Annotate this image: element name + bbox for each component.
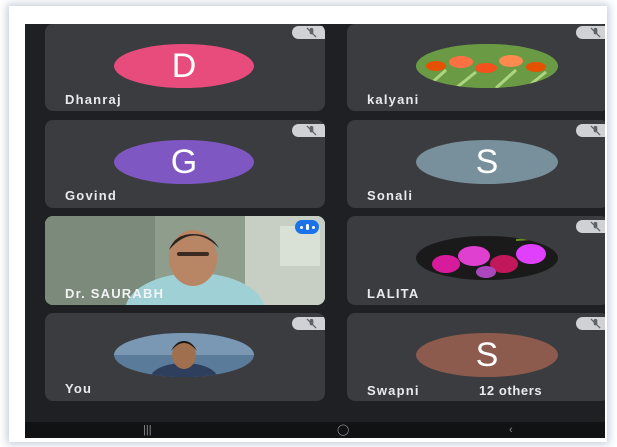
participant-name: Dr. SAURABH [65,286,165,301]
mic-off-icon [576,124,605,137]
participant-tile-others[interactable]: S Swapni 12 others [347,313,605,401]
participant-tile-you[interactable]: You [45,313,325,401]
participant-tile-video[interactable]: Dr. SAURABH [45,216,325,305]
meeting-grid: D Dhanraj kalyani G Govind S Sonali Dr. … [25,24,605,438]
avatar: G [114,140,254,184]
participant-name: Dhanraj [65,92,122,107]
flowers-image [416,44,558,88]
audio-level-icon [295,220,319,234]
flowers-image [416,236,558,280]
avatar-initial: S [475,335,499,374]
others-count-label[interactable]: 12 others [479,383,542,398]
avatar: S [416,333,558,377]
avatar-photo [114,333,254,377]
participant-name: Swapni [367,383,420,398]
nav-back-icon[interactable]: ‹ [509,424,513,436]
avatar-initial: D [171,46,197,85]
participant-name: LALITA [367,286,420,301]
person-image [114,333,254,377]
mic-off-icon [292,317,325,330]
participant-name: kalyani [367,92,420,107]
mic-off-icon [576,317,605,330]
avatar: D [114,44,254,88]
participant-tile-govind[interactable]: G Govind [45,120,325,208]
participant-name: Sonali [367,188,414,203]
nav-recents-icon[interactable]: ||| [143,424,152,436]
avatar: S [416,140,558,184]
mic-off-icon [576,220,605,233]
mic-off-icon [292,124,325,137]
avatar-photo [416,44,558,88]
avatar-initial: G [170,142,198,181]
participant-tile-dhanraj[interactable]: D Dhanraj [45,24,325,111]
mic-off-icon [576,26,605,39]
participant-name: Govind [65,188,117,203]
participant-name: You [65,381,93,396]
avatar-initial: S [475,142,499,181]
avatar-photo [416,236,558,280]
system-nav-bar: ||| ◯ ‹ [25,422,605,438]
participant-tile-lalita[interactable]: LALITA [347,216,605,305]
nav-home-icon[interactable]: ◯ [337,423,349,436]
mic-off-icon [292,26,325,39]
participant-tile-sonali[interactable]: S Sonali [347,120,605,208]
participant-tile-kalyani[interactable]: kalyani [347,24,605,111]
